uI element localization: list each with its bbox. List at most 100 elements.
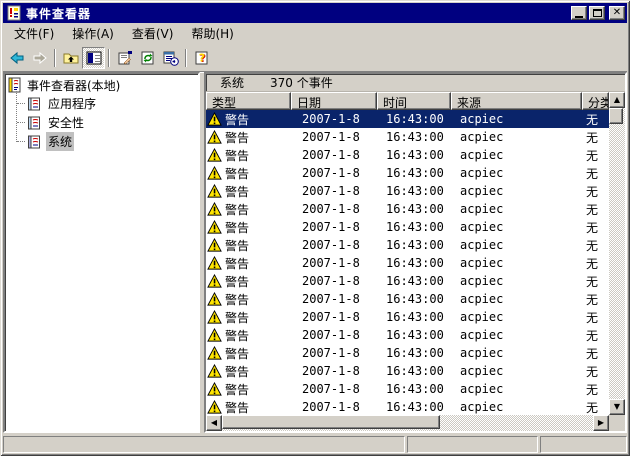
event-source: acpiec — [451, 400, 582, 414]
event-row[interactable]: 警告 2007-1-8 16:43:00 acpiec 无 — [206, 200, 609, 218]
event-category: 无 — [582, 399, 609, 416]
warning-icon — [207, 202, 222, 217]
result-pane-header: 系统 370 个事件 — [206, 74, 625, 92]
column-header-type[interactable]: 类型 — [206, 92, 291, 110]
event-source: acpiec — [451, 292, 582, 306]
event-type: 警告 — [225, 363, 249, 380]
event-category: 无 — [582, 237, 609, 254]
status-bar — [3, 435, 627, 453]
tree-item-application[interactable]: 应用程序 — [7, 94, 198, 113]
column-header-time[interactable]: 时间 — [377, 92, 451, 110]
event-date: 2007-1-8 — [291, 364, 377, 378]
status-panel — [407, 436, 538, 453]
event-source: acpiec — [451, 238, 582, 252]
tree-item-system[interactable]: 系统 — [7, 132, 198, 151]
event-date: 2007-1-8 — [291, 166, 377, 180]
event-date: 2007-1-8 — [291, 130, 377, 144]
forward-button[interactable] — [28, 47, 51, 69]
event-category: 无 — [582, 129, 609, 146]
scroll-right-icon[interactable]: ▶ — [593, 415, 609, 431]
event-viewer-window: 事件查看器 ✕ 文件(F) 操作(A) 查看(V) 帮助(H) — [0, 0, 630, 456]
tree-item-security[interactable]: 安全性 — [7, 113, 198, 132]
horizontal-scrollbar[interactable]: ◀ ▶ — [206, 415, 609, 431]
status-panel — [540, 436, 627, 453]
event-type: 警告 — [225, 291, 249, 308]
event-category: 无 — [582, 345, 609, 362]
event-category: 无 — [582, 147, 609, 164]
refresh-button[interactable] — [136, 47, 159, 69]
export-list-button[interactable] — [159, 47, 182, 69]
warning-icon — [207, 292, 222, 307]
event-row[interactable]: 警告 2007-1-8 16:43:00 acpiec 无 — [206, 128, 609, 146]
event-source: acpiec — [451, 310, 582, 324]
event-time: 16:43:00 — [377, 166, 451, 180]
maximize-button[interactable] — [589, 6, 605, 20]
column-header-source[interactable]: 来源 — [451, 92, 582, 110]
show-hide-console-tree-button[interactable] — [82, 47, 105, 69]
event-row[interactable]: 警告 2007-1-8 16:43:00 acpiec 无 — [206, 380, 609, 398]
warning-icon — [207, 148, 222, 163]
warning-icon — [207, 184, 222, 199]
minimize-icon — [575, 16, 583, 18]
scroll-down-icon[interactable]: ▼ — [609, 399, 625, 415]
event-date: 2007-1-8 — [291, 310, 377, 324]
event-row[interactable]: 警告 2007-1-8 16:43:00 acpiec 无 — [206, 326, 609, 344]
warning-icon — [207, 310, 222, 325]
tree-root-event-viewer[interactable]: 事件查看器(本地) — [7, 76, 198, 94]
titlebar[interactable]: 事件查看器 ✕ — [3, 3, 627, 23]
toolbar-separator — [185, 49, 187, 67]
warning-icon — [207, 328, 222, 343]
event-source: acpiec — [451, 148, 582, 162]
scroll-left-icon[interactable]: ◀ — [206, 415, 222, 431]
vertical-scrollbar[interactable]: ▲ ▼ — [609, 92, 625, 415]
event-type: 警告 — [225, 255, 249, 272]
up-one-level-button[interactable] — [59, 47, 82, 69]
scroll-up-icon[interactable]: ▲ — [609, 92, 625, 108]
menu-view[interactable]: 查看(V) — [123, 23, 183, 44]
event-row[interactable]: 警告 2007-1-8 16:43:00 acpiec 无 — [206, 290, 609, 308]
event-rows: 警告 2007-1-8 16:43:00 acpiec 无 警告 2007-1-… — [206, 110, 609, 415]
event-time: 16:43:00 — [377, 310, 451, 324]
event-row[interactable]: 警告 2007-1-8 16:43:00 acpiec 无 — [206, 164, 609, 182]
tree-item-label: 安全性 — [46, 113, 86, 132]
event-row[interactable]: 警告 2007-1-8 16:43:00 acpiec 无 — [206, 272, 609, 290]
event-date: 2007-1-8 — [291, 328, 377, 342]
warning-icon — [207, 238, 222, 253]
properties-button[interactable] — [113, 47, 136, 69]
warning-icon — [207, 130, 222, 145]
column-header-date[interactable]: 日期 — [291, 92, 377, 110]
event-count-label: 370 个事件 — [270, 74, 333, 91]
horizontal-scroll-track[interactable] — [222, 415, 593, 431]
event-row[interactable]: 警告 2007-1-8 16:43:00 acpiec 无 — [206, 236, 609, 254]
menu-action[interactable]: 操作(A) — [63, 23, 123, 44]
event-row[interactable]: 警告 2007-1-8 16:43:00 acpiec 无 — [206, 308, 609, 326]
minimize-button[interactable] — [571, 6, 587, 20]
event-row[interactable]: 警告 2007-1-8 16:43:00 acpiec 无 — [206, 362, 609, 380]
event-row[interactable]: 警告 2007-1-8 16:43:00 acpiec 无 — [206, 344, 609, 362]
event-viewer-app-icon — [6, 5, 22, 21]
event-row[interactable]: 警告 2007-1-8 16:43:00 acpiec 无 — [206, 398, 609, 415]
event-row[interactable]: 警告 2007-1-8 16:43:00 acpiec 无 — [206, 218, 609, 236]
log-icon — [26, 96, 42, 112]
horizontal-scroll-thumb[interactable] — [222, 415, 440, 429]
event-date: 2007-1-8 — [291, 184, 377, 198]
vertical-scroll-track[interactable] — [609, 108, 625, 399]
column-header-category[interactable]: 分类 — [582, 92, 609, 110]
event-row[interactable]: 警告 2007-1-8 16:43:00 acpiec 无 — [206, 182, 609, 200]
log-icon — [26, 115, 42, 131]
help-icon: ? ? — [194, 50, 210, 66]
menu-file[interactable]: 文件(F) — [5, 23, 63, 44]
event-row[interactable]: 警告 2007-1-8 16:43:00 acpiec 无 — [206, 146, 609, 164]
event-date: 2007-1-8 — [291, 382, 377, 396]
close-button[interactable]: ✕ — [609, 6, 625, 20]
event-row[interactable]: 警告 2007-1-8 16:43:00 acpiec 无 — [206, 110, 609, 128]
scope-label: 系统 — [220, 74, 244, 91]
help-button[interactable]: ? ? — [190, 47, 213, 69]
event-row[interactable]: 警告 2007-1-8 16:43:00 acpiec 无 — [206, 254, 609, 272]
back-button[interactable] — [5, 47, 28, 69]
menu-help[interactable]: 帮助(H) — [182, 23, 242, 44]
event-type: 警告 — [225, 111, 249, 128]
vertical-scroll-thumb[interactable] — [609, 108, 623, 124]
event-source: acpiec — [451, 346, 582, 360]
event-time: 16:43:00 — [377, 364, 451, 378]
